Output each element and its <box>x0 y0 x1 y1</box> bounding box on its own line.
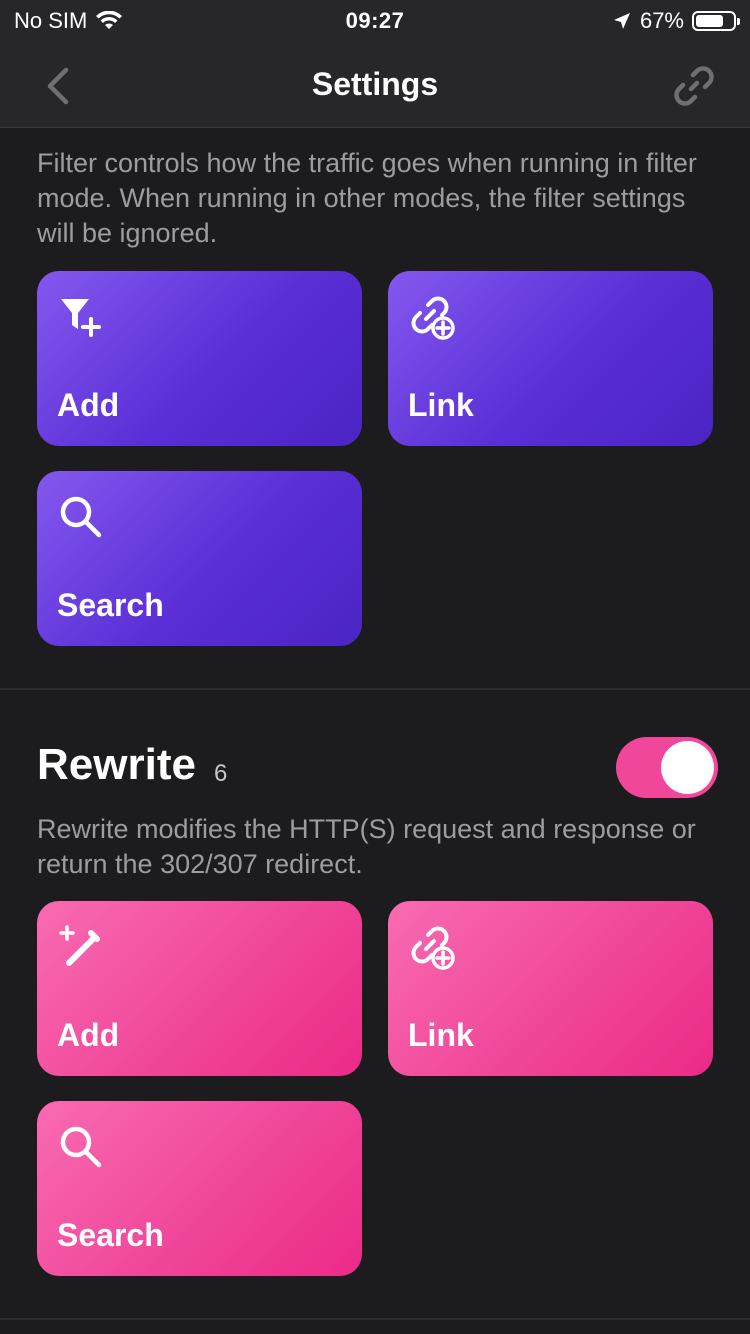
rewrite-add-label: Add <box>57 1017 120 1053</box>
rewrite-search-button[interactable]: Search <box>37 1101 362 1276</box>
rewrite-search-label: Search <box>57 1217 164 1253</box>
filter-description: Filter controls how the traffic goes whe… <box>37 148 697 248</box>
battery-icon <box>692 11 740 31</box>
section-divider <box>0 688 750 690</box>
filter-search-label: Search <box>57 587 164 623</box>
search-icon <box>60 1126 102 1168</box>
link-icon[interactable] <box>672 64 716 108</box>
status-bar: No SIM 09:27 67% <box>0 0 750 44</box>
rewrite-add-button[interactable]: Add <box>37 901 362 1076</box>
rewrite-count: 6 <box>214 760 228 787</box>
rewrite-link-label: Link <box>408 1017 474 1053</box>
filter-add-button[interactable]: Add <box>37 271 362 446</box>
rewrite-toggle[interactable] <box>616 737 718 798</box>
rewrite-description: Rewrite modifies the HTTP(S) request and… <box>37 814 696 879</box>
location-arrow-icon <box>613 13 630 29</box>
filter-plus-icon <box>61 299 101 337</box>
status-right: 67% <box>612 8 740 34</box>
filter-link-button[interactable]: Link <box>388 271 713 446</box>
page-title: Settings <box>311 66 439 102</box>
battery-fill <box>696 15 723 27</box>
battery-percent: 67% <box>639 8 684 33</box>
link-plus-icon <box>411 926 455 970</box>
rewrite-title: Rewrite <box>37 740 196 789</box>
search-icon <box>60 496 102 538</box>
filter-add-label: Add <box>57 387 120 423</box>
toggle-knob <box>661 741 714 794</box>
magic-wand-icon <box>59 925 100 966</box>
filter-link-label: Link <box>408 387 474 423</box>
navigation-bar: Settings <box>0 44 750 128</box>
section-divider <box>0 1318 750 1320</box>
link-plus-icon <box>411 296 455 340</box>
rewrite-link-button[interactable]: Link <box>388 901 713 1076</box>
filter-search-button[interactable]: Search <box>37 471 362 646</box>
